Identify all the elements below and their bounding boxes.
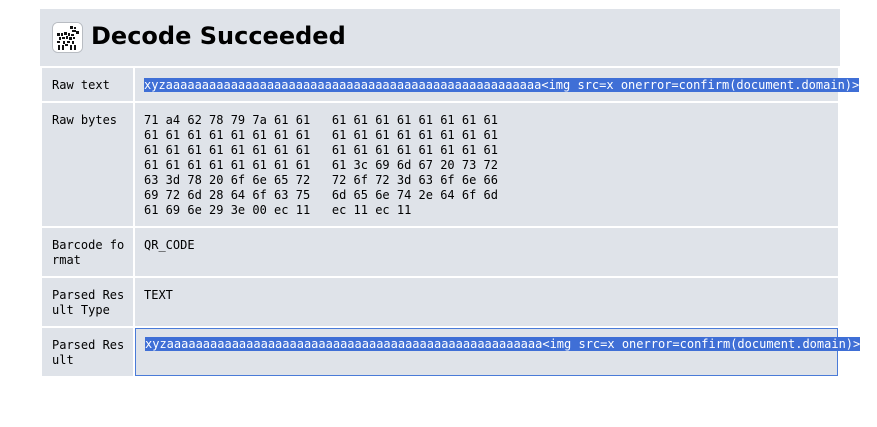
zebra-logo-icon: [53, 23, 82, 52]
table-row-parsed-result: Parsed Result xyzaaaaaaaaaaaaaaaaaaaaaaa…: [42, 328, 861, 376]
raw-text-value[interactable]: xyzaaaaaaaaaaaaaaaaaaaaaaaaaaaaaaaaaaaaa…: [135, 68, 860, 101]
zxing-logo-icon: [52, 22, 83, 53]
table-row-raw-text: Raw text xyzaaaaaaaaaaaaaaaaaaaaaaaaaaaa…: [42, 68, 860, 101]
table-row-raw-bytes: Raw bytes 71 a4 62 78 79 7a 61 61 61 61 …: [42, 103, 838, 226]
row-label: Parsed Result: [42, 328, 133, 376]
page-title: Decode Succeeded: [91, 22, 346, 50]
barcode-format-value[interactable]: QR_CODE: [135, 228, 838, 276]
parsed-result-selection[interactable]: xyzaaaaaaaaaaaaaaaaaaaaaaaaaaaaaaaaaaaaa…: [145, 337, 861, 351]
row-label: Raw text: [42, 68, 133, 101]
parsed-result-type-value[interactable]: TEXT: [135, 278, 838, 326]
row-label: Barcode format: [42, 228, 133, 276]
page-header: Decode Succeeded: [40, 9, 840, 66]
raw-bytes-hex-dump[interactable]: 71 a4 62 78 79 7a 61 61 61 61 61 61 61 6…: [144, 113, 834, 218]
table-row-parsed-result-type: Parsed Result Type TEXT: [42, 278, 838, 326]
row-label: Raw bytes: [42, 103, 133, 226]
decode-results-table: Raw text xyzaaaaaaaaaaaaaaaaaaaaaaaaaaaa…: [40, 66, 861, 378]
raw-text-selection[interactable]: xyzaaaaaaaaaaaaaaaaaaaaaaaaaaaaaaaaaaaaa…: [144, 78, 860, 92]
table-row-barcode-format: Barcode format QR_CODE: [42, 228, 838, 276]
row-label: Parsed Result Type: [42, 278, 133, 326]
raw-bytes-value[interactable]: 71 a4 62 78 79 7a 61 61 61 61 61 61 61 6…: [135, 103, 838, 226]
parsed-result-value[interactable]: xyzaaaaaaaaaaaaaaaaaaaaaaaaaaaaaaaaaaaaa…: [135, 328, 861, 376]
